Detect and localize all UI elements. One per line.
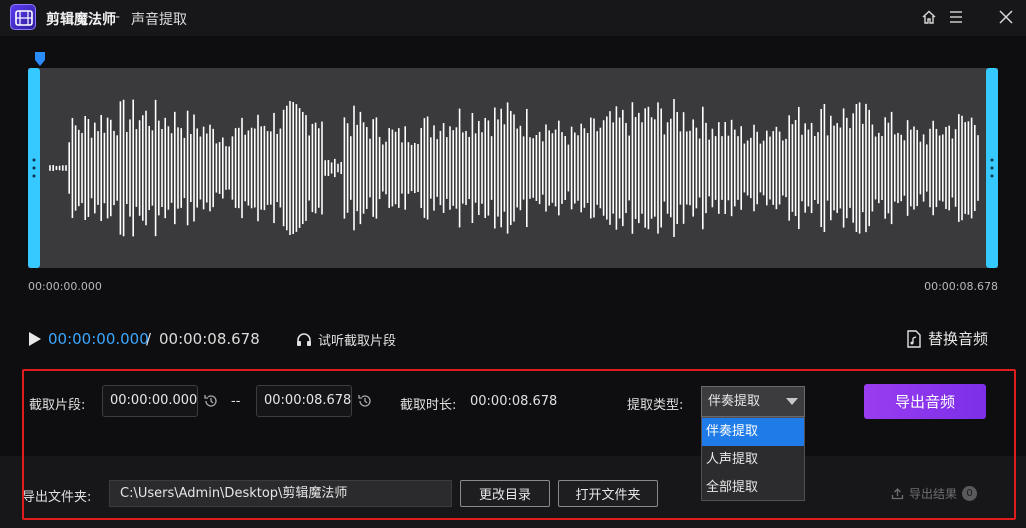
time-separator: / bbox=[146, 330, 152, 348]
home-icon bbox=[922, 10, 936, 24]
page-title: 声音提取 bbox=[131, 12, 187, 28]
title-bar: 剪辑魔法师 - 声音提取 bbox=[0, 0, 1026, 36]
app-name: 剪辑魔法师 bbox=[46, 12, 116, 28]
preview-clip-button[interactable]: 试听截取片段 bbox=[296, 330, 396, 349]
audio-waveform[interactable] bbox=[40, 68, 986, 268]
clip-start-handle[interactable] bbox=[28, 68, 40, 268]
title-separator: - bbox=[115, 9, 121, 25]
grip-dots-icon bbox=[990, 156, 994, 180]
headphones-icon bbox=[297, 333, 311, 346]
timeline-end-time: 00:00:08.678 bbox=[924, 280, 998, 293]
menu-button[interactable] bbox=[945, 6, 967, 28]
replace-audio-button[interactable]: 替换音频 bbox=[906, 328, 988, 349]
playhead-marker-icon[interactable] bbox=[35, 52, 45, 66]
close-button[interactable] bbox=[995, 6, 1017, 28]
home-button[interactable] bbox=[918, 6, 940, 28]
preview-clip-label: 试听截取片段 bbox=[318, 334, 397, 349]
clip-end-handle[interactable] bbox=[986, 68, 998, 268]
app-logo-icon bbox=[10, 4, 36, 30]
total-duration: 00:00:08.678 bbox=[159, 330, 260, 348]
timeline-start-time: 00:00:00.000 bbox=[28, 280, 102, 293]
menu-icon bbox=[950, 11, 962, 23]
grip-dots-icon bbox=[32, 156, 36, 180]
replace-audio-label: 替换音频 bbox=[928, 330, 989, 348]
highlight-frame bbox=[22, 369, 1016, 520]
close-icon bbox=[999, 10, 1013, 24]
current-time: 00:00:00.000 bbox=[48, 330, 149, 348]
play-icon[interactable] bbox=[28, 331, 42, 347]
audio-file-icon bbox=[907, 329, 921, 348]
